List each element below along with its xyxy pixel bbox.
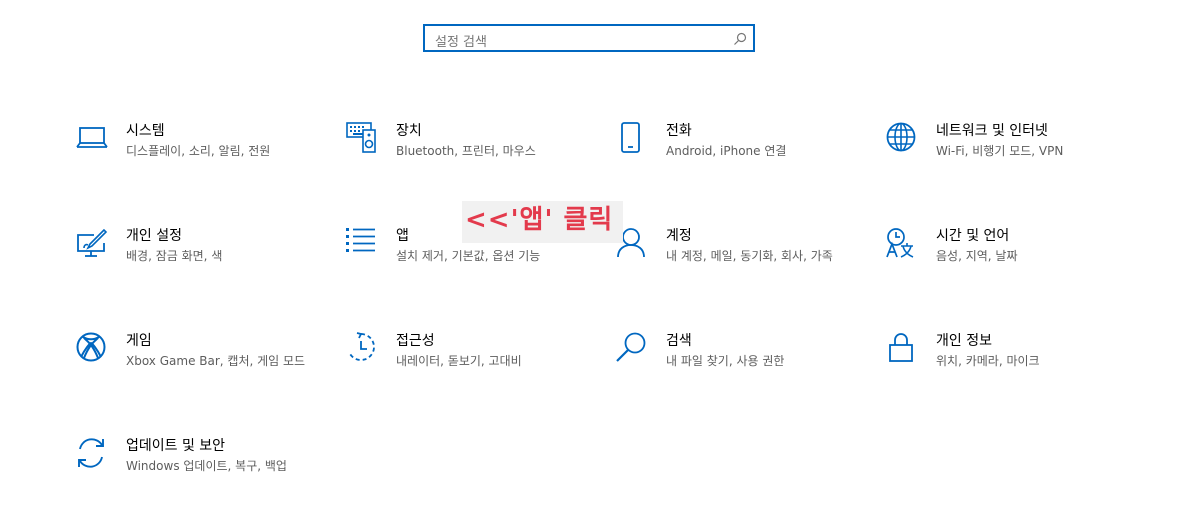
tile-description: Android, iPhone 연결 [666,144,787,158]
tile-system[interactable]: 시스템 디스플레이, 소리, 알림, 전원 [76,122,316,192]
tile-description: 디스플레이, 소리, 알림, 전원 [126,144,271,158]
tile-title: 앱 [396,228,409,244]
tile-gaming[interactable]: 게임 Xbox Game Bar, 캡처, 게임 모드 [76,332,316,402]
tile-time-language[interactable]: 시간 및 언어 음성, 지역, 날짜 [886,227,1126,297]
tile-title: 접근성 [396,333,435,349]
tile-title: 시간 및 언어 [936,228,1010,244]
tile-description: Wi-Fi, 비행기 모드, VPN [936,144,1064,158]
tile-title: 전화 [666,123,692,139]
search-icon [732,31,748,47]
tile-privacy[interactable]: 개인 정보 위치, 카메라, 마이크 [886,332,1126,402]
time-language-icon [886,227,918,259]
search-input[interactable]: 설정 검색 [423,24,755,52]
tile-description: 내레이터, 돋보기, 고대비 [396,354,522,368]
tile-accounts[interactable]: 계정 내 계정, 메일, 동기화, 회사, 가족 [616,227,856,297]
tile-title: 네트워크 및 인터넷 [936,123,1048,139]
tile-description: 내 계정, 메일, 동기화, 회사, 가족 [666,249,833,263]
click-annotation: <<'앱' 클릭 [462,201,623,243]
tile-title: 계정 [666,228,692,244]
tile-description: 배경, 잠금 화면, 색 [126,249,223,263]
personalization-icon [76,227,108,259]
tile-phone[interactable]: 전화 Android, iPhone 연결 [616,122,856,192]
tile-title: 시스템 [126,123,165,139]
tile-title: 업데이트 및 보안 [126,438,226,454]
tile-description: Xbox Game Bar, 캡처, 게임 모드 [126,354,306,368]
globe-icon [886,122,918,154]
phone-icon [616,122,648,154]
tile-title: 개인 설정 [126,228,182,244]
search-placeholder: 설정 검색 [435,35,487,50]
tile-title: 게임 [126,333,152,349]
apps-list-icon [346,227,378,259]
tile-description: 설치 제거, 기본값, 옵션 기능 [396,249,541,263]
tile-description: 내 파일 찾기, 사용 권한 [666,354,785,368]
tile-title: 장치 [396,123,422,139]
tile-description: 음성, 지역, 날짜 [936,249,1018,263]
tile-ease-of-access[interactable]: 접근성 내레이터, 돋보기, 고대비 [346,332,586,402]
lock-icon [886,332,918,364]
laptop-icon [76,122,108,154]
tile-description: Windows 업데이트, 복구, 백업 [126,459,287,473]
tile-devices[interactable]: 장치 Bluetooth, 프린터, 마우스 [346,122,586,192]
magnifier-icon [616,332,648,364]
ease-of-access-icon [346,332,378,364]
tile-network[interactable]: 네트워크 및 인터넷 Wi-Fi, 비행기 모드, VPN [886,122,1126,192]
tile-search[interactable]: 검색 내 파일 찾기, 사용 권한 [616,332,856,402]
tile-title: 검색 [666,333,692,349]
tile-update-security[interactable]: 업데이트 및 보안 Windows 업데이트, 복구, 백업 [76,437,316,507]
tile-title: 개인 정보 [936,333,992,349]
devices-icon [346,122,378,154]
settings-home: 설정 검색 시스템 디스플레이, 소리, 알림, 전원 장치 Bluetooth… [0,0,1187,532]
tile-description: Bluetooth, 프린터, 마우스 [396,144,536,158]
xbox-icon [76,332,108,364]
tile-description: 위치, 카메라, 마이크 [936,354,1040,368]
sync-icon [76,437,108,469]
tile-personalization[interactable]: 개인 설정 배경, 잠금 화면, 색 [76,227,316,297]
